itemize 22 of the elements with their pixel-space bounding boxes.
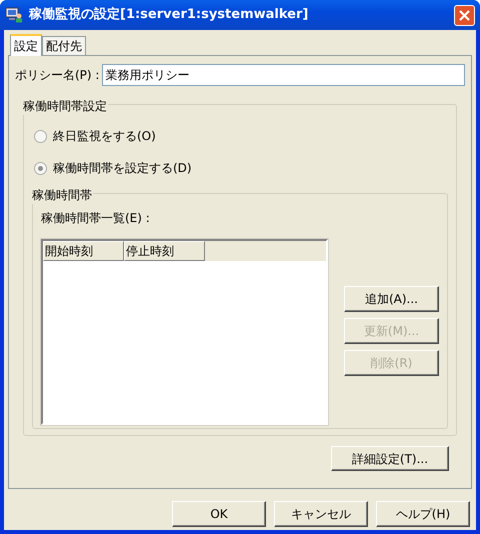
radio-button[interactable] [34, 162, 47, 174]
column-header[interactable]: 開始時刻 [43, 241, 124, 261]
dialog-button[interactable]: キャンセル [274, 501, 368, 527]
list-label: 稼働時間帯一覧(E) : [41, 210, 151, 227]
column-header[interactable]: 停止時刻 [124, 241, 205, 261]
tab[interactable]: 配付先 [42, 36, 86, 55]
dialog-button[interactable]: OK [172, 501, 266, 527]
policy-name-field[interactable]: 業務用ポリシー [102, 64, 465, 86]
group-title: 稼働時間帯 [31, 186, 93, 204]
close-button[interactable] [454, 4, 475, 26]
list-action-button[interactable]: 追加(A)... [344, 286, 439, 312]
group-title: 稼働時間帯設定 [22, 97, 108, 115]
dialog-button[interactable]: ヘルプ(H) [376, 501, 470, 527]
close-icon [459, 10, 470, 20]
radio-option[interactable]: 終日監視をする(O) [34, 127, 448, 145]
radio-button[interactable] [34, 130, 47, 142]
tab[interactable]: 設定 [10, 34, 42, 56]
policy-name-label: ポリシー名(P) : [15, 67, 100, 84]
detail-settings-button[interactable]: 詳細設定(T)... [331, 446, 449, 471]
computer-icon [5, 7, 23, 23]
window-title: 稼働監視の設定[1:server1:systemwalker] [29, 6, 310, 24]
radio-option[interactable]: 稼働時間帯を設定する(D) [34, 159, 448, 177]
